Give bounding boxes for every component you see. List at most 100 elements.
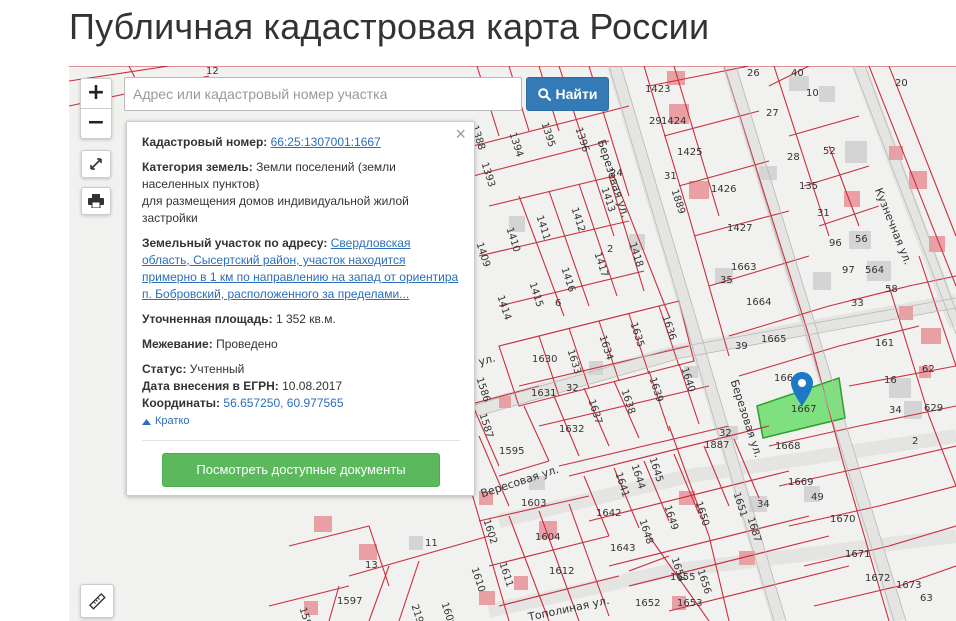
parcel-number-label: 62 [922, 364, 935, 375]
print-button[interactable] [81, 187, 111, 215]
coordinates-value[interactable]: 56.657250, 60.977565 [223, 396, 343, 410]
parcel-number-label: 1643 [610, 543, 636, 554]
panel-divider [142, 440, 460, 441]
parcel-number-label: 1604 [535, 532, 561, 543]
parcel-number-label: 161 [875, 338, 895, 349]
parcel-number-label: 28 [787, 152, 800, 163]
parcel-number-label: 1642 [596, 508, 622, 519]
area-row: Уточненная площадь: 1 352 кв.м. [142, 311, 460, 328]
parcel-number-label: 6 [555, 298, 562, 309]
parcel-number-label: 1630 [532, 354, 558, 365]
land-category-label: Категория земель: [142, 160, 253, 174]
cadastral-number-row: Кадастровый номер: 66:25:1307001:1667 [142, 134, 460, 151]
parcel-number-label: 1652 [635, 598, 661, 609]
parcel-number-label: 49 [811, 492, 824, 503]
parcel-number-label: 1668 [775, 441, 801, 452]
parcel-number-label: 58 [885, 284, 898, 295]
page-title: Публичная кадастровая карта России [69, 6, 710, 47]
parcel-number-label: 34 [757, 499, 770, 510]
printer-icon [88, 194, 104, 208]
egrn-date-label: Дата внесения в ЕГРН: [142, 379, 279, 393]
parcel-number-label: 26 [747, 68, 760, 79]
location-pin-icon[interactable] [791, 372, 813, 406]
parcel-number-label: 1669 [788, 477, 814, 488]
parcel-info-panel: × Кадастровый номер: 66:25:1307001:1667 … [126, 121, 475, 496]
parcel-number-label: 52 [823, 146, 836, 157]
close-icon[interactable]: × [455, 125, 466, 143]
parcel-number-label: 1597 [337, 596, 363, 607]
parcel-number-label: 35 [720, 275, 733, 286]
parcel-number-label: 1426 [711, 184, 737, 195]
expand-icon [90, 158, 102, 170]
parcel-number-label: 56 [855, 234, 868, 245]
parcel-number-label: 1673 [896, 580, 922, 591]
parcel-number-label: 1423 [645, 84, 671, 95]
find-button-label: Найти [555, 86, 598, 102]
parcel-number-label: 1663 [731, 262, 757, 273]
coordinates-label: Координаты: [142, 396, 221, 410]
egrn-date-value: 10.08.2017 [282, 379, 343, 393]
parcel-number-label: 1603 [521, 498, 547, 509]
parcel-number-label: 33 [851, 298, 864, 309]
parcel-number-label: 11 [425, 538, 438, 549]
parcel-number-label: 12 [206, 66, 219, 77]
cadastral-number-link[interactable]: 66:25:1307001:1667 [271, 135, 381, 149]
zoom-out-button[interactable]: − [81, 108, 111, 138]
parcel-number-label: 32 [566, 383, 579, 394]
coordinates-row: Координаты: 56.657250, 60.977565 [142, 395, 460, 412]
parcel-number-label: 31 [664, 171, 677, 182]
zoom-control: + − [80, 78, 112, 139]
parcel-number-label: 1670 [830, 514, 856, 525]
status-label: Статус: [142, 362, 187, 376]
ruler-button[interactable] [80, 584, 114, 618]
parcel-number-label: 1427 [727, 223, 753, 234]
parcel-number-label: 1632 [559, 424, 585, 435]
parcel-number-label: 27 [766, 108, 779, 119]
parcel-number-label: 96 [829, 238, 842, 249]
fullscreen-button[interactable] [81, 150, 111, 178]
parcel-number-label: 31 [817, 208, 830, 219]
parcel-number-label: 1425 [677, 147, 703, 158]
parcel-number-label: 1595 [499, 446, 525, 457]
parcel-number-label: 63 [920, 593, 933, 604]
parcel-number-label: 629 [924, 403, 944, 414]
parcel-number-label: 564 [865, 265, 885, 276]
parcel-number-label: 10 [806, 88, 819, 99]
survey-value: Проведено [216, 337, 278, 351]
triangle-up-icon [142, 418, 151, 425]
status-value: Учтенный [189, 362, 245, 376]
parcel-number-label: 32 [719, 428, 732, 439]
land-usage-value: для размещения домов индивидуальной жило… [142, 194, 409, 225]
ruler-icon [88, 592, 106, 610]
parcel-number-label: 1424 [661, 116, 687, 127]
parcel-number-label: 1631 [531, 388, 557, 399]
egrn-date-row: Дата внесения в ЕГРН: 10.08.2017 [142, 378, 460, 395]
brief-toggle-label: Кратко [155, 415, 190, 427]
area-label: Уточненная площадь: [142, 312, 273, 326]
parcel-number-label: 1612 [549, 566, 575, 577]
parcel-number-label: 34 [889, 405, 902, 416]
land-category-row: Категория земель: Земли поселений (земли… [142, 159, 460, 227]
parcel-number-label: 2 [912, 436, 919, 447]
parcel-number-label: 1653 [677, 598, 703, 609]
parcel-number-label: 24 [610, 168, 623, 179]
parcel-number-label: 1665 [761, 334, 787, 345]
brief-toggle[interactable]: Кратко [142, 413, 460, 430]
search-icon [537, 87, 551, 101]
parcel-number-label: 40 [791, 68, 804, 79]
view-documents-button[interactable]: Посмотреть доступные документы [162, 453, 440, 487]
survey-row: Межевание: Проведено [142, 336, 460, 353]
find-button[interactable]: Найти [526, 77, 609, 111]
parcel-number-label: 29 [649, 116, 662, 127]
cadastral-number-label: Кадастровый номер: [142, 135, 268, 149]
parcel-number-label: 13 [365, 560, 378, 571]
zoom-in-button[interactable]: + [81, 79, 111, 108]
area-value: 1 352 кв.м. [275, 312, 336, 326]
parcel-number-label: 2 [607, 244, 614, 255]
parcel-number-label: 20 [895, 78, 908, 89]
parcel-number-label: 39 [735, 341, 748, 352]
search-input[interactable] [124, 77, 522, 111]
status-row: Статус: Учтенный [142, 361, 460, 378]
survey-label: Межевание: [142, 337, 213, 351]
parcel-number-label: 16 [884, 375, 897, 386]
